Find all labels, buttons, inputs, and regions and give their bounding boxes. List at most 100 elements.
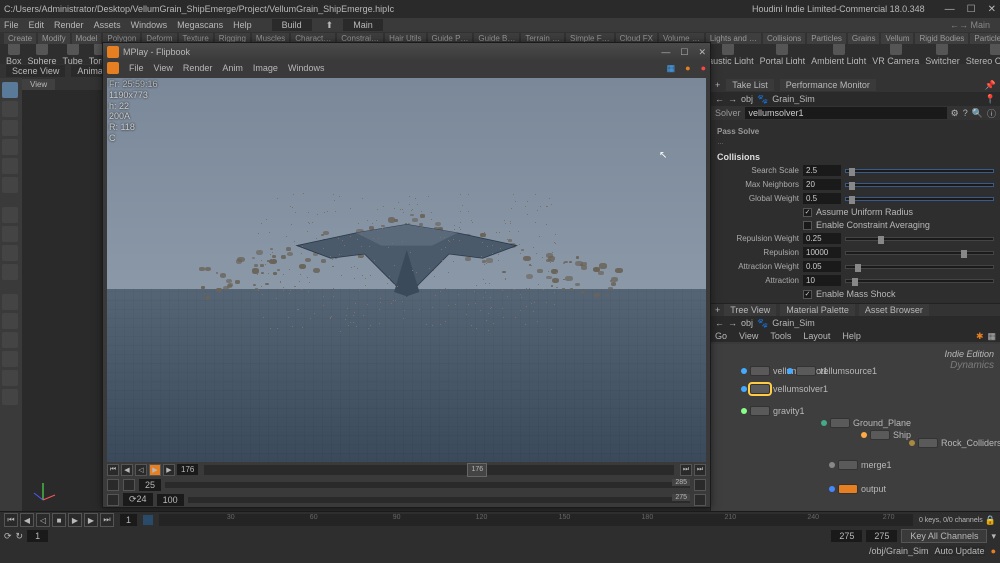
val-attraction-weight[interactable]: 0.05	[803, 261, 841, 272]
param-hdr-collisions[interactable]: Collisions	[717, 152, 994, 162]
mplay-menu-view[interactable]: View	[154, 63, 173, 73]
network-canvas[interactable]: Indie Edition Dynamics vellumobject1 vel…	[711, 344, 1000, 511]
playbar-end-frame[interactable]: 275	[831, 530, 862, 542]
mplay-close-icon[interactable]: ✕	[698, 47, 706, 58]
shelf-tool[interactable]: Stereo Camera	[966, 44, 1000, 64]
path-obj[interactable]: obj	[741, 94, 753, 104]
nav-back-icon[interactable]: ←	[715, 94, 724, 104]
scale-tool-icon[interactable]	[2, 158, 18, 174]
perfmon-tab[interactable]: Performance Monitor	[780, 79, 876, 91]
render-view-icon[interactable]	[2, 370, 18, 386]
node-ship[interactable]: Ship	[861, 430, 911, 440]
node-ground[interactable]: Ground_Plane	[821, 418, 911, 428]
slider-global-weight[interactable]	[845, 197, 994, 201]
mplay-menu-file[interactable]: File	[129, 63, 144, 73]
val-repulsion-weight[interactable]: 0.25	[803, 233, 841, 244]
shelf-tab[interactable]: Modify	[38, 33, 70, 44]
close-button[interactable]: ✕	[988, 4, 996, 15]
shelf-tool[interactable]: Portal Light	[760, 44, 806, 64]
shelf-tool[interactable]: Switcher	[925, 44, 960, 64]
auto-update-button[interactable]: Auto Update	[935, 546, 985, 556]
mplay-gamma-icon[interactable]: ●	[685, 63, 690, 73]
gear-icon[interactable]: ⚙	[951, 108, 959, 119]
shelf-tab[interactable]: Particles	[807, 33, 846, 44]
net-menu-view[interactable]: View	[739, 331, 758, 341]
net-menu-go[interactable]: Go	[715, 331, 727, 341]
solver-name-input[interactable]: vellumsolver1	[745, 107, 947, 119]
slider-max-neighbors[interactable]	[845, 183, 994, 187]
mplay-window[interactable]: MPlay - Flipbook — ☐ ✕ File View Render …	[102, 42, 711, 508]
val-max-neighbors[interactable]: 20	[803, 179, 841, 190]
slider-repulsion[interactable]	[845, 251, 994, 255]
mplay-prev-icon[interactable]: ◀	[121, 464, 133, 476]
scene-view-tab[interactable]: Scene View	[6, 65, 65, 77]
mplay-record-icon[interactable]: ●	[701, 63, 706, 73]
playbar-start-frame[interactable]: 1	[27, 530, 48, 542]
chk-enable-mass[interactable]: ✓	[803, 290, 812, 299]
shelf-tool[interactable]: VR Camera	[872, 44, 919, 64]
playbar-realtime-icon[interactable]: ⟳	[4, 531, 12, 542]
playbar-current-frame[interactable]: 1	[120, 514, 137, 526]
flipbook-tool-icon[interactable]	[2, 351, 18, 367]
snap-point-icon[interactable]	[2, 245, 18, 261]
playbar-playrev-icon[interactable]: ◁	[36, 513, 50, 527]
minimize-button[interactable]: —	[945, 4, 955, 15]
snap-grid-icon[interactable]	[2, 207, 18, 223]
treeview-tab[interactable]: Tree View	[724, 304, 776, 316]
matpalette-tab[interactable]: Material Palette	[780, 304, 855, 316]
playbar-first-icon[interactable]: ⏮	[4, 513, 18, 527]
pose-tool-icon[interactable]	[2, 177, 18, 193]
chk-assume-uniform[interactable]: ✓	[803, 208, 812, 217]
snapshot-icon[interactable]	[2, 389, 18, 405]
shelf-tab[interactable]: Lights and …	[706, 33, 761, 44]
takelist-tab[interactable]: Take List	[726, 79, 774, 91]
shelf-tab[interactable]: Create	[4, 33, 36, 44]
playbar-stop-icon[interactable]: ■	[52, 513, 66, 527]
mplay-playhead[interactable]: 176	[467, 463, 487, 477]
select-tool-icon[interactable]	[2, 82, 18, 98]
mplay-titlebar[interactable]: MPlay - Flipbook — ☐ ✕	[103, 43, 710, 61]
shelf-tab[interactable]: Rigid Bodies	[915, 33, 968, 44]
playbar-frame-marker[interactable]	[143, 515, 153, 525]
slider-attraction[interactable]	[845, 279, 994, 283]
net-menu-help[interactable]: Help	[842, 331, 861, 341]
node-merge[interactable]: merge1	[829, 460, 892, 470]
mplay-first-icon[interactable]: ⏮	[107, 464, 119, 476]
snap-curve-icon[interactable]	[2, 226, 18, 242]
slider-search-scale[interactable]	[845, 169, 994, 173]
mplay-step-icon[interactable]	[694, 494, 706, 506]
mplay-fps-input[interactable]: ⟳24	[123, 493, 153, 506]
net-tool-icon[interactable]: ✱	[976, 331, 984, 342]
nav-fwd-icon[interactable]: →	[728, 94, 737, 104]
net-back-icon[interactable]: ←	[715, 318, 724, 328]
mplay-play-icon[interactable]: ▶	[149, 464, 161, 476]
mplay-loop-icon[interactable]	[123, 479, 135, 491]
val-global-weight[interactable]: 0.5	[803, 193, 841, 204]
shelf-tab[interactable]: Collisions	[763, 33, 805, 44]
playbar-last-icon[interactable]: ⏭	[100, 513, 114, 527]
node-output[interactable]: output	[829, 484, 886, 494]
val-attraction[interactable]: 10	[803, 275, 841, 286]
mplay-range-icon[interactable]	[107, 479, 119, 491]
mplay-rangebar2[interactable]: 275	[188, 497, 690, 503]
net-menu-layout[interactable]: Layout	[803, 331, 830, 341]
menu-edit[interactable]: Edit	[29, 20, 45, 30]
val-repulsion[interactable]: 10000	[803, 247, 841, 258]
slider-repulsion-weight[interactable]	[845, 237, 994, 241]
val-search-scale[interactable]: 2.5	[803, 165, 841, 176]
playbar-global-end[interactable]: 275	[866, 530, 897, 542]
shelf-nav-btn[interactable]: ⬆	[326, 20, 334, 31]
playbar-chevron-icon[interactable]: ▾	[991, 531, 996, 542]
maximize-button[interactable]: ☐	[967, 4, 976, 15]
snap-multi-icon[interactable]	[2, 264, 18, 280]
mplay-max-icon[interactable]: ☐	[680, 47, 688, 58]
playbar-next-icon[interactable]: ▶	[84, 513, 98, 527]
playbar-lock-icon[interactable]: 🔒	[985, 515, 996, 526]
node-gravity[interactable]: gravity1	[741, 406, 805, 416]
node-vellumsolver[interactable]: vellumsolver1	[741, 384, 828, 394]
plus-tab-icon[interactable]: +	[715, 80, 720, 90]
shelf-tool[interactable]: Sphere	[28, 44, 57, 64]
pane-pin-icon[interactable]: 📌	[985, 80, 996, 91]
plus-tab-icon[interactable]: +	[715, 305, 720, 315]
desktop-build[interactable]: Build	[272, 19, 312, 31]
